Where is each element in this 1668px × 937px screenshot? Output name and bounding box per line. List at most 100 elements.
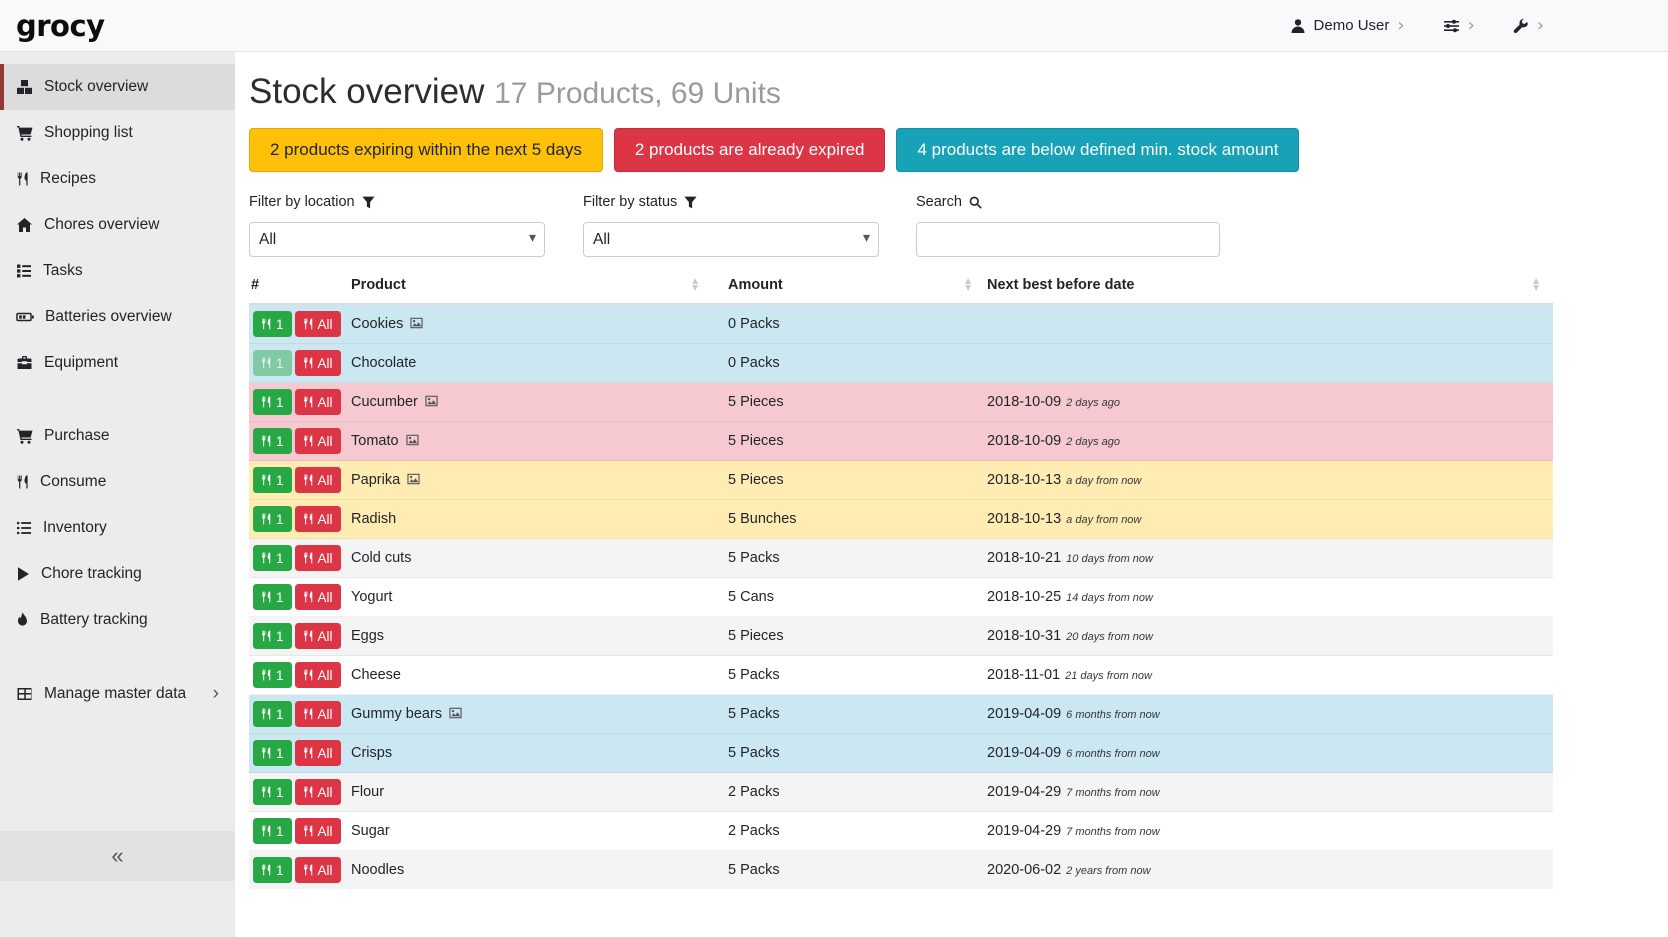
utensils-icon (261, 786, 271, 798)
consume-all-button[interactable]: All (295, 389, 341, 415)
product-name[interactable]: Sugar (351, 823, 390, 839)
consume-all-button[interactable]: All (295, 584, 341, 610)
sidebar-item-shopping-list[interactable]: Shopping list (0, 110, 235, 156)
location-filter-select[interactable]: All (249, 222, 545, 257)
table-row: 1AllPaprika5 Pieces2018-10-13a day from … (249, 461, 1553, 500)
product-name[interactable]: Yogurt (351, 589, 392, 605)
product-name[interactable]: Flour (351, 784, 384, 800)
consume-one-button[interactable]: 1 (253, 506, 292, 532)
status-filter-label: Filter by status (583, 194, 916, 210)
sidebar-collapse-button[interactable]: « (0, 831, 235, 881)
consume-all-label: All (318, 356, 333, 371)
sidebar-item-equipment[interactable]: Equipment (0, 340, 235, 386)
consume-all-button[interactable]: All (295, 740, 341, 766)
product-name[interactable]: Gummy bears (351, 706, 442, 722)
chevron-left-icon: « (111, 843, 123, 869)
consume-one-label: 1 (276, 707, 284, 722)
sidebar-item-inventory[interactable]: Inventory (0, 505, 235, 551)
table-row: 1AllCrisps5 Packs2019-04-096 months from… (249, 734, 1553, 773)
sidebar-item-tasks[interactable]: Tasks (0, 248, 235, 294)
consume-one-button[interactable]: 1 (253, 584, 292, 610)
consume-one-button[interactable]: 1 (253, 857, 292, 883)
consume-one-button[interactable]: 1 (253, 389, 292, 415)
consume-one-button[interactable]: 1 (253, 701, 292, 727)
consume-all-button[interactable]: All (295, 818, 341, 844)
wrench-icon (1513, 18, 1529, 34)
column-header-best-before-date[interactable]: Next best before date ▲▼ (985, 273, 1553, 304)
best-before-relative: 2 days ago (1066, 397, 1120, 409)
best-before-date: 2019-04-09 (987, 706, 1061, 722)
product-name[interactable]: Radish (351, 511, 396, 527)
consume-all-button[interactable]: All (295, 506, 341, 532)
table-row: 1 All Chocolate 0 Packs (249, 344, 1553, 383)
grocy-logo[interactable]: grocy (16, 9, 105, 43)
consume-one-button[interactable]: 1 (253, 350, 292, 376)
consume-all-button[interactable]: All (295, 428, 341, 454)
product-name[interactable]: Paprika (351, 472, 400, 488)
product-name[interactable]: Noodles (351, 862, 404, 878)
consume-all-button[interactable]: All (295, 857, 341, 883)
consume-all-button[interactable]: All (295, 350, 341, 376)
user-menu[interactable]: Demo User › (1290, 17, 1405, 35)
sidebar-item-stock-overview[interactable]: Stock overview (0, 64, 235, 110)
consume-all-button[interactable]: All (295, 623, 341, 649)
best-before-relative: a day from now (1066, 514, 1141, 526)
sidebar-item-label: Chores overview (44, 216, 159, 234)
product-name[interactable]: Cookies (351, 316, 403, 332)
below-min-stock-alert-button[interactable]: 4 products are below defined min. stock … (896, 128, 1299, 172)
consume-all-label: All (318, 434, 333, 449)
product-name[interactable]: Eggs (351, 628, 384, 644)
consume-one-button[interactable]: 1 (253, 311, 292, 337)
consume-one-button[interactable]: 1 (253, 623, 292, 649)
expired-alert-button[interactable]: 2 products are already expired (614, 128, 886, 172)
page-title: Stock overview 17 Products, 69 Units (249, 72, 1553, 112)
consume-one-button[interactable]: 1 (253, 740, 292, 766)
product-name[interactable]: Chocolate (351, 355, 416, 371)
admin-menu[interactable]: › (1513, 17, 1544, 35)
consume-one-button[interactable]: 1 (253, 428, 292, 454)
column-header-amount[interactable]: Amount ▲▼ (712, 273, 985, 304)
product-name[interactable]: Cold cuts (351, 550, 411, 566)
sidebar-item-batteries-overview[interactable]: Batteries overview (0, 294, 235, 340)
best-before-relative: 2 years from now (1066, 865, 1150, 877)
consume-all-button[interactable]: All (295, 467, 341, 493)
consume-all-button[interactable]: All (295, 779, 341, 805)
navbar-right: Demo User › › › (1290, 17, 1544, 35)
product-name[interactable]: Cheese (351, 667, 401, 683)
battery-icon (16, 309, 34, 325)
consume-all-label: All (318, 785, 333, 800)
product-name[interactable]: Cucumber (351, 394, 418, 410)
product-amount: 0 Packs (712, 344, 985, 383)
consume-one-label: 1 (276, 746, 284, 761)
settings-menu[interactable]: › (1443, 17, 1475, 35)
sidebar-item-purchase[interactable]: Purchase (0, 413, 235, 459)
sidebar-item-consume[interactable]: Consume (0, 459, 235, 505)
product-name[interactable]: Crisps (351, 745, 392, 761)
product-amount: 5 Pieces (712, 383, 985, 422)
sidebar-item-label: Purchase (44, 427, 109, 445)
consume-one-button[interactable]: 1 (253, 662, 292, 688)
best-before-date: 2018-10-09 (987, 394, 1061, 410)
consume-one-button[interactable]: 1 (253, 467, 292, 493)
consume-one-label: 1 (276, 863, 284, 878)
sidebar-item-battery-tracking[interactable]: Battery tracking (0, 597, 235, 643)
consume-one-label: 1 (276, 512, 284, 527)
sidebar-item-recipes[interactable]: Recipes (0, 156, 235, 202)
sidebar-item-chores-overview[interactable]: Chores overview (0, 202, 235, 248)
consume-all-button[interactable]: All (295, 545, 341, 571)
sidebar-item-manage-master-data[interactable]: Manage master data› (0, 670, 235, 717)
consume-one-button[interactable]: 1 (253, 545, 292, 571)
consume-one-button[interactable]: 1 (253, 779, 292, 805)
product-name[interactable]: Tomato (351, 433, 399, 449)
sidebar-item-chore-tracking[interactable]: Chore tracking (0, 551, 235, 597)
status-filter-select[interactable]: All (583, 222, 879, 257)
consume-all-button[interactable]: All (295, 311, 341, 337)
product-amount: 5 Pieces (712, 422, 985, 461)
consume-one-button[interactable]: 1 (253, 818, 292, 844)
consume-all-button[interactable]: All (295, 662, 341, 688)
search-input[interactable] (916, 222, 1220, 257)
expiring-alert-button[interactable]: 2 products expiring within the next 5 da… (249, 128, 603, 172)
consume-all-button[interactable]: All (295, 701, 341, 727)
consume-one-label: 1 (276, 473, 284, 488)
column-header-product[interactable]: Product ▲▼ (349, 273, 712, 304)
